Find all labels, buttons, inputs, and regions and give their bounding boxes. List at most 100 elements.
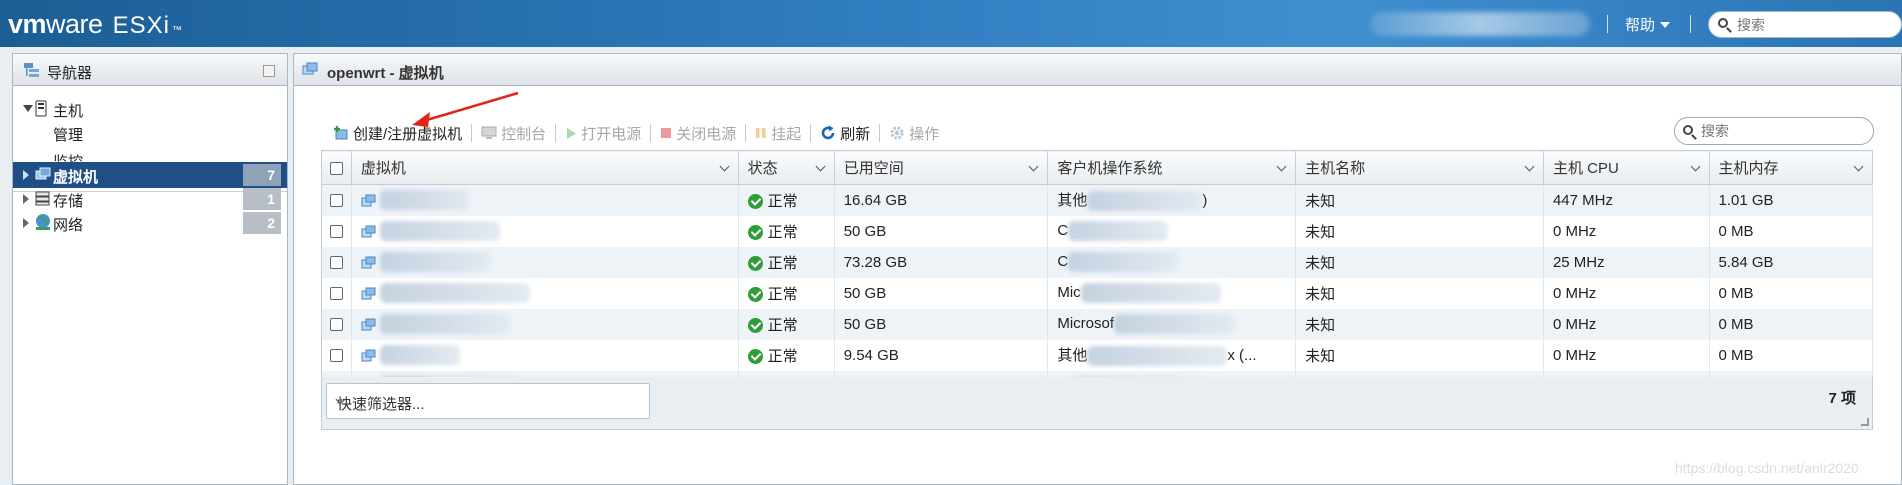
column-header-guest-os[interactable]: 客户机操作系统 [1047,150,1297,185]
quick-filter-label: 快速筛选器... [337,396,425,413]
sidebar-item-host[interactable]: 主机 [13,96,287,122]
redacted-vm-name[interactable] [379,314,510,334]
column-header-status[interactable]: 状态 [738,150,835,185]
vm-search-box[interactable] [1674,117,1874,145]
vm-icon [361,225,376,237]
column-label: 已用空间 [843,160,904,177]
vm-table: 虚拟机 状态 已用空间 客户机操作系统 主机名称 主机 CPU 主机内存 正常 1… [321,150,1874,402]
chevron-down-icon[interactable] [815,161,826,172]
navigator-panel: 导航器 主机 管理 监控 虚拟机 7 存储 1 网络 2 [12,53,288,485]
vm-name-cell[interactable] [351,184,739,216]
status-ok-icon [747,256,763,272]
guest-os-cell: 其他 x (... [1047,339,1297,371]
column-label: 主机 CPU [1552,160,1619,177]
hostname-cell: 未知 [1295,277,1544,309]
vms-label: 虚拟机 [53,169,99,186]
navigator-icon [24,63,39,77]
used-space-cell: 9.54 GB [834,339,1049,371]
table-row[interactable]: 正常 50 GB C 未知 0 MHz 0 MB [321,215,1874,247]
logo-ware-text: ware [46,9,103,39]
sidebar-item-manage[interactable]: 管理 [13,120,287,146]
sidebar-item-storage[interactable]: 存储 1 [13,186,287,212]
sidebar-item-network[interactable]: 网络 2 [13,210,287,236]
column-header-host-memory[interactable]: 主机内存 [1709,150,1874,185]
vm-icon [361,256,376,268]
global-search-input[interactable] [1737,17,1887,33]
chevron-down-icon[interactable] [1276,161,1287,172]
network-label: 网络 [53,217,84,234]
chevron-down-icon[interactable] [719,161,730,172]
vm-name-cell[interactable] [351,339,739,371]
row-checkbox[interactable] [330,194,343,208]
row-checkbox[interactable] [330,256,343,270]
actions-button[interactable]: 操作 [880,123,948,144]
power-on-button[interactable]: 打开电源 [556,123,650,144]
expand-right-icon[interactable] [23,194,29,204]
vm-name-cell[interactable] [351,246,739,278]
expand-right-icon[interactable] [23,218,29,228]
collapse-panel-icon[interactable] [263,65,275,77]
used-space-value: 50 GB [843,222,887,240]
column-header-used-space[interactable]: 已用空间 [834,150,1049,185]
pause-icon [756,128,766,138]
vm-name-cell[interactable] [351,277,739,309]
hostname-value: 未知 [1305,347,1336,365]
redacted-vm-name[interactable] [379,283,530,303]
redacted-guest-os [1087,346,1228,367]
host-cpu-cell: 0 MHz [1543,277,1710,309]
chevron-down-icon[interactable] [1028,161,1039,172]
select-all-header [321,150,352,185]
redacted-vm-name[interactable] [379,252,490,272]
table-row[interactable]: 正常 73.28 GB C 未知 25 MHz 5.84 GB [321,246,1874,278]
chevron-down-icon[interactable] [1690,161,1700,172]
expand-right-icon[interactable] [23,170,29,180]
table-row[interactable]: 正常 16.64 GB 其他) 未知 447 MHz 1.01 GB [321,184,1874,216]
redacted-vm-name[interactable] [379,221,500,241]
column-header-host-cpu[interactable]: 主机 CPU [1543,150,1710,185]
create-register-vm-button[interactable]: 创建/注册虚拟机 [324,123,471,144]
navigator-header: 导航器 [13,54,287,86]
redacted-vm-name[interactable] [379,345,460,365]
status-ok-icon [747,225,763,241]
vm-name-cell[interactable] [351,215,739,247]
column-header-hostname[interactable]: 主机名称 [1295,150,1544,185]
table-row[interactable]: 正常 9.54 GB 其他 x (... 未知 0 MHz 0 MB [321,339,1874,371]
power-off-button[interactable]: 关闭电源 [651,123,745,144]
vm-toolbar: 创建/注册虚拟机 控制台 打开电源 关闭电源 挂起 刷新 操作 [324,120,948,146]
host-memory-value: 0 MB [1718,346,1754,364]
refresh-button[interactable]: 刷新 [811,123,879,144]
column-header-vm[interactable]: 虚拟机 [351,150,739,185]
table-row[interactable]: 正常 50 GB Mic 未知 0 MHz 0 MB [321,277,1874,309]
vm-search-input[interactable] [1701,123,1861,139]
host-icon [35,100,47,117]
quick-filter-select[interactable]: 快速筛选器... [326,383,650,419]
row-checkbox[interactable] [330,225,343,239]
select-all-checkbox[interactable] [330,161,343,175]
status-cell: 正常 [738,246,835,278]
chevron-down-icon[interactable] [1524,161,1535,172]
row-select-cell [321,339,352,371]
table-row[interactable]: 正常 50 GB Microsof 未知 0 MHz 0 MB [321,308,1874,340]
column-label: 状态 [747,160,778,177]
row-checkbox[interactable] [330,287,343,301]
redacted-guest-os [1087,191,1203,212]
user-account-menu[interactable] [1370,12,1590,36]
row-checkbox[interactable] [330,318,343,332]
row-checkbox[interactable] [330,349,343,363]
chevron-down-icon[interactable] [1853,161,1864,172]
host-cpu-cell: 25 MHz [1543,246,1710,278]
global-search-box[interactable] [1708,11,1902,38]
help-menu[interactable]: 帮助 [1625,14,1671,35]
redacted-vm-name[interactable] [379,190,470,211]
sidebar-item-vms[interactable]: 虚拟机 7 [13,162,287,188]
guest-os-cell: Mic [1047,277,1297,309]
console-button[interactable]: 控制台 [472,123,555,144]
host-memory-value: 1.01 GB [1718,191,1774,209]
stop-icon [661,128,672,138]
search-icon [1683,125,1693,135]
vm-name-cell[interactable] [351,308,739,340]
network-count-badge: 2 [243,212,281,234]
suspend-button[interactable]: 挂起 [746,123,810,144]
expand-down-icon[interactable] [23,105,33,112]
resize-grip-icon[interactable] [1861,418,1869,426]
